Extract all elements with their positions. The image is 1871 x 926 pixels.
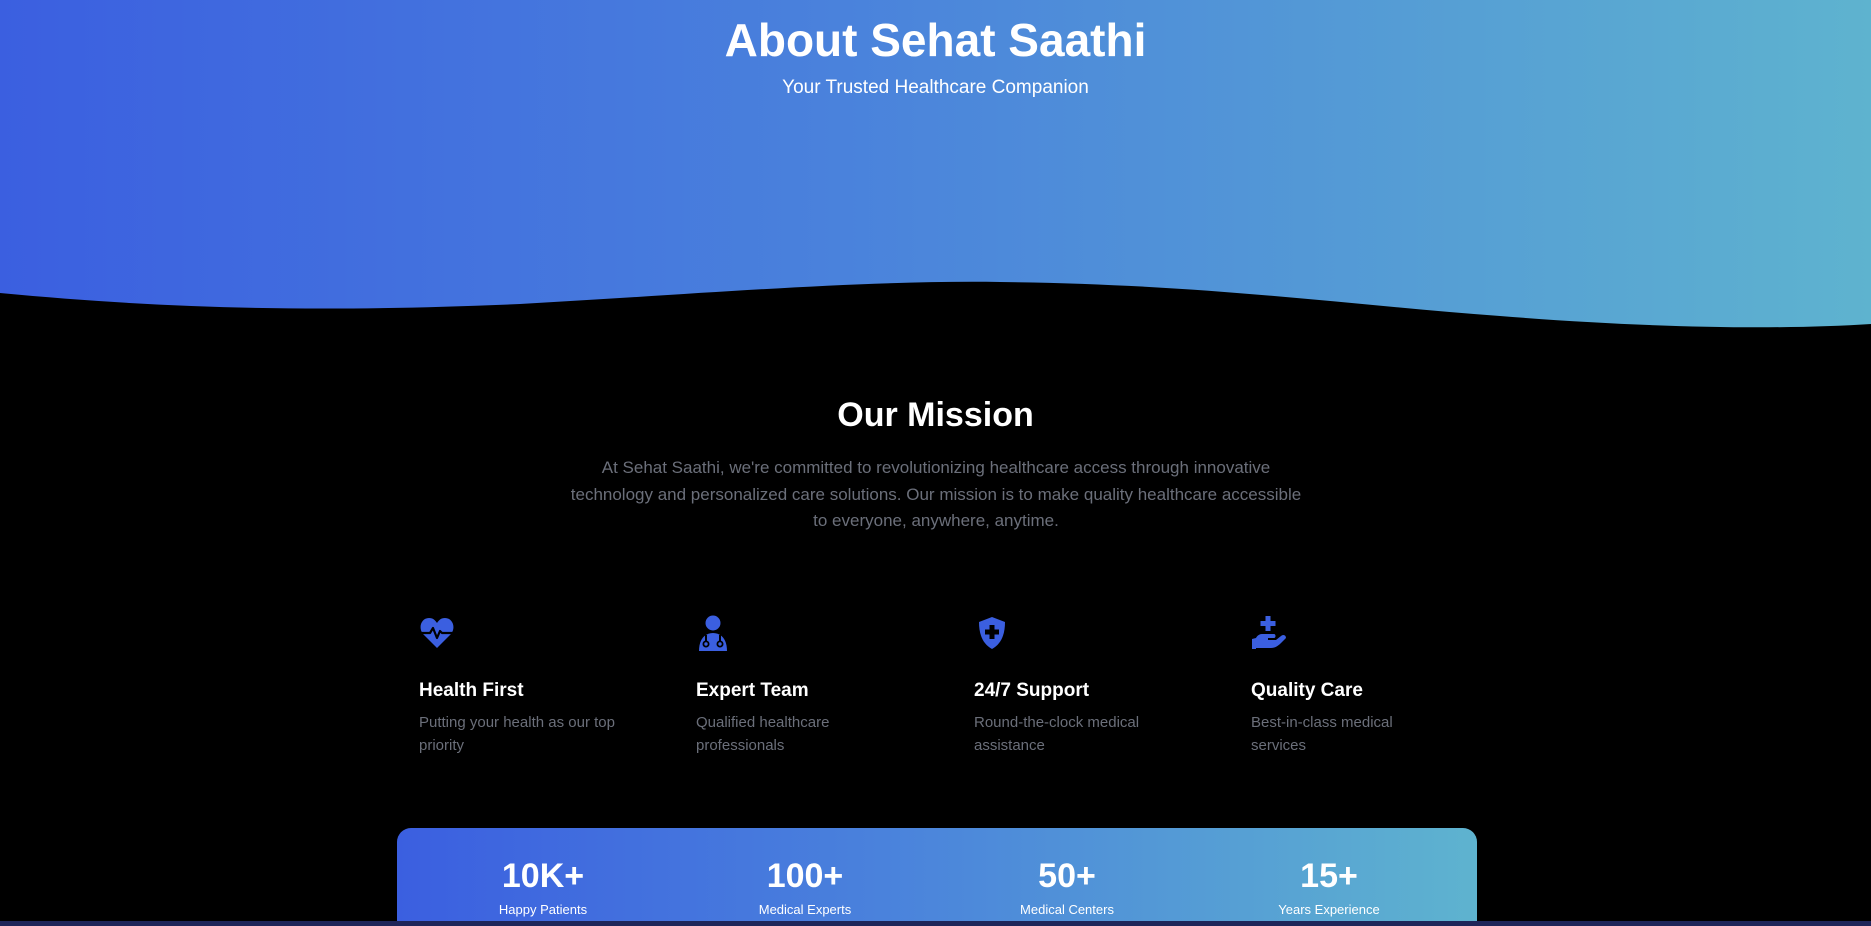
mission-description: At Sehat Saathi, we're committed to revo…: [570, 458, 1302, 530]
stat-medical-centers: 50+ Medical Centers: [957, 856, 1177, 918]
stat-value: 100+: [766, 857, 844, 895]
about-page: About Sehat Saathi Your Trusted Healthca…: [0, 0, 1871, 926]
stat-label: Happy Patients: [498, 902, 588, 917]
shield-cross-icon: [979, 617, 1005, 649]
stat-happy-patients: 10K+ Happy Patients: [433, 856, 653, 918]
mission-heading: Our Mission: [837, 396, 1034, 434]
feature-card-quality-care: Quality Care Best-in-class medical servi…: [1251, 615, 1471, 757]
page-subtitle: Your Trusted Healthcare Companion: [782, 77, 1089, 98]
feature-title: Health First: [419, 680, 524, 701]
stat-label: Medical Centers: [1020, 902, 1114, 917]
stat-value: 15+: [1300, 857, 1358, 895]
stat-medical-experts: 100+ Medical Experts: [695, 856, 915, 918]
feature-card-support: 24/7 Support Round-the-clock medical ass…: [974, 615, 1194, 757]
stat-value: 50+: [1038, 857, 1096, 895]
page-title: About Sehat Saathi: [724, 14, 1147, 66]
stat-label: Medical Experts: [758, 902, 852, 917]
stat-years-experience: 15+ Years Experience: [1219, 856, 1439, 918]
feature-card-expert-team: Expert Team Qualified healthcare profess…: [696, 615, 916, 757]
feature-description: Best-in-class medical services: [1251, 714, 1393, 754]
feature-title: Expert Team: [696, 680, 809, 701]
feature-title: 24/7 Support: [974, 680, 1090, 701]
doctor-icon: [699, 615, 727, 651]
feature-description: Qualified healthcare professionals: [696, 714, 830, 754]
feature-description: Round-the-clock medical assistance: [974, 714, 1140, 754]
feature-card-health-first: Health First Putting your health as our …: [419, 615, 639, 757]
hand-medical-icon: [1252, 616, 1286, 649]
stat-value: 10K+: [501, 857, 585, 895]
hero-banner: About Sehat Saathi Your Trusted Healthca…: [0, 0, 1871, 350]
bottom-edge-bar: [0, 921, 1871, 926]
feature-title: Quality Care: [1251, 680, 1363, 701]
feature-description: Putting your health as our top priority: [419, 714, 615, 754]
stats-banner: 10K+ Happy Patients 100+ Medical Experts…: [397, 828, 1477, 926]
stat-label: Years Experience: [1278, 902, 1380, 917]
heart-pulse-icon: [420, 618, 454, 648]
hero-wave-divider: [0, 281, 1871, 350]
